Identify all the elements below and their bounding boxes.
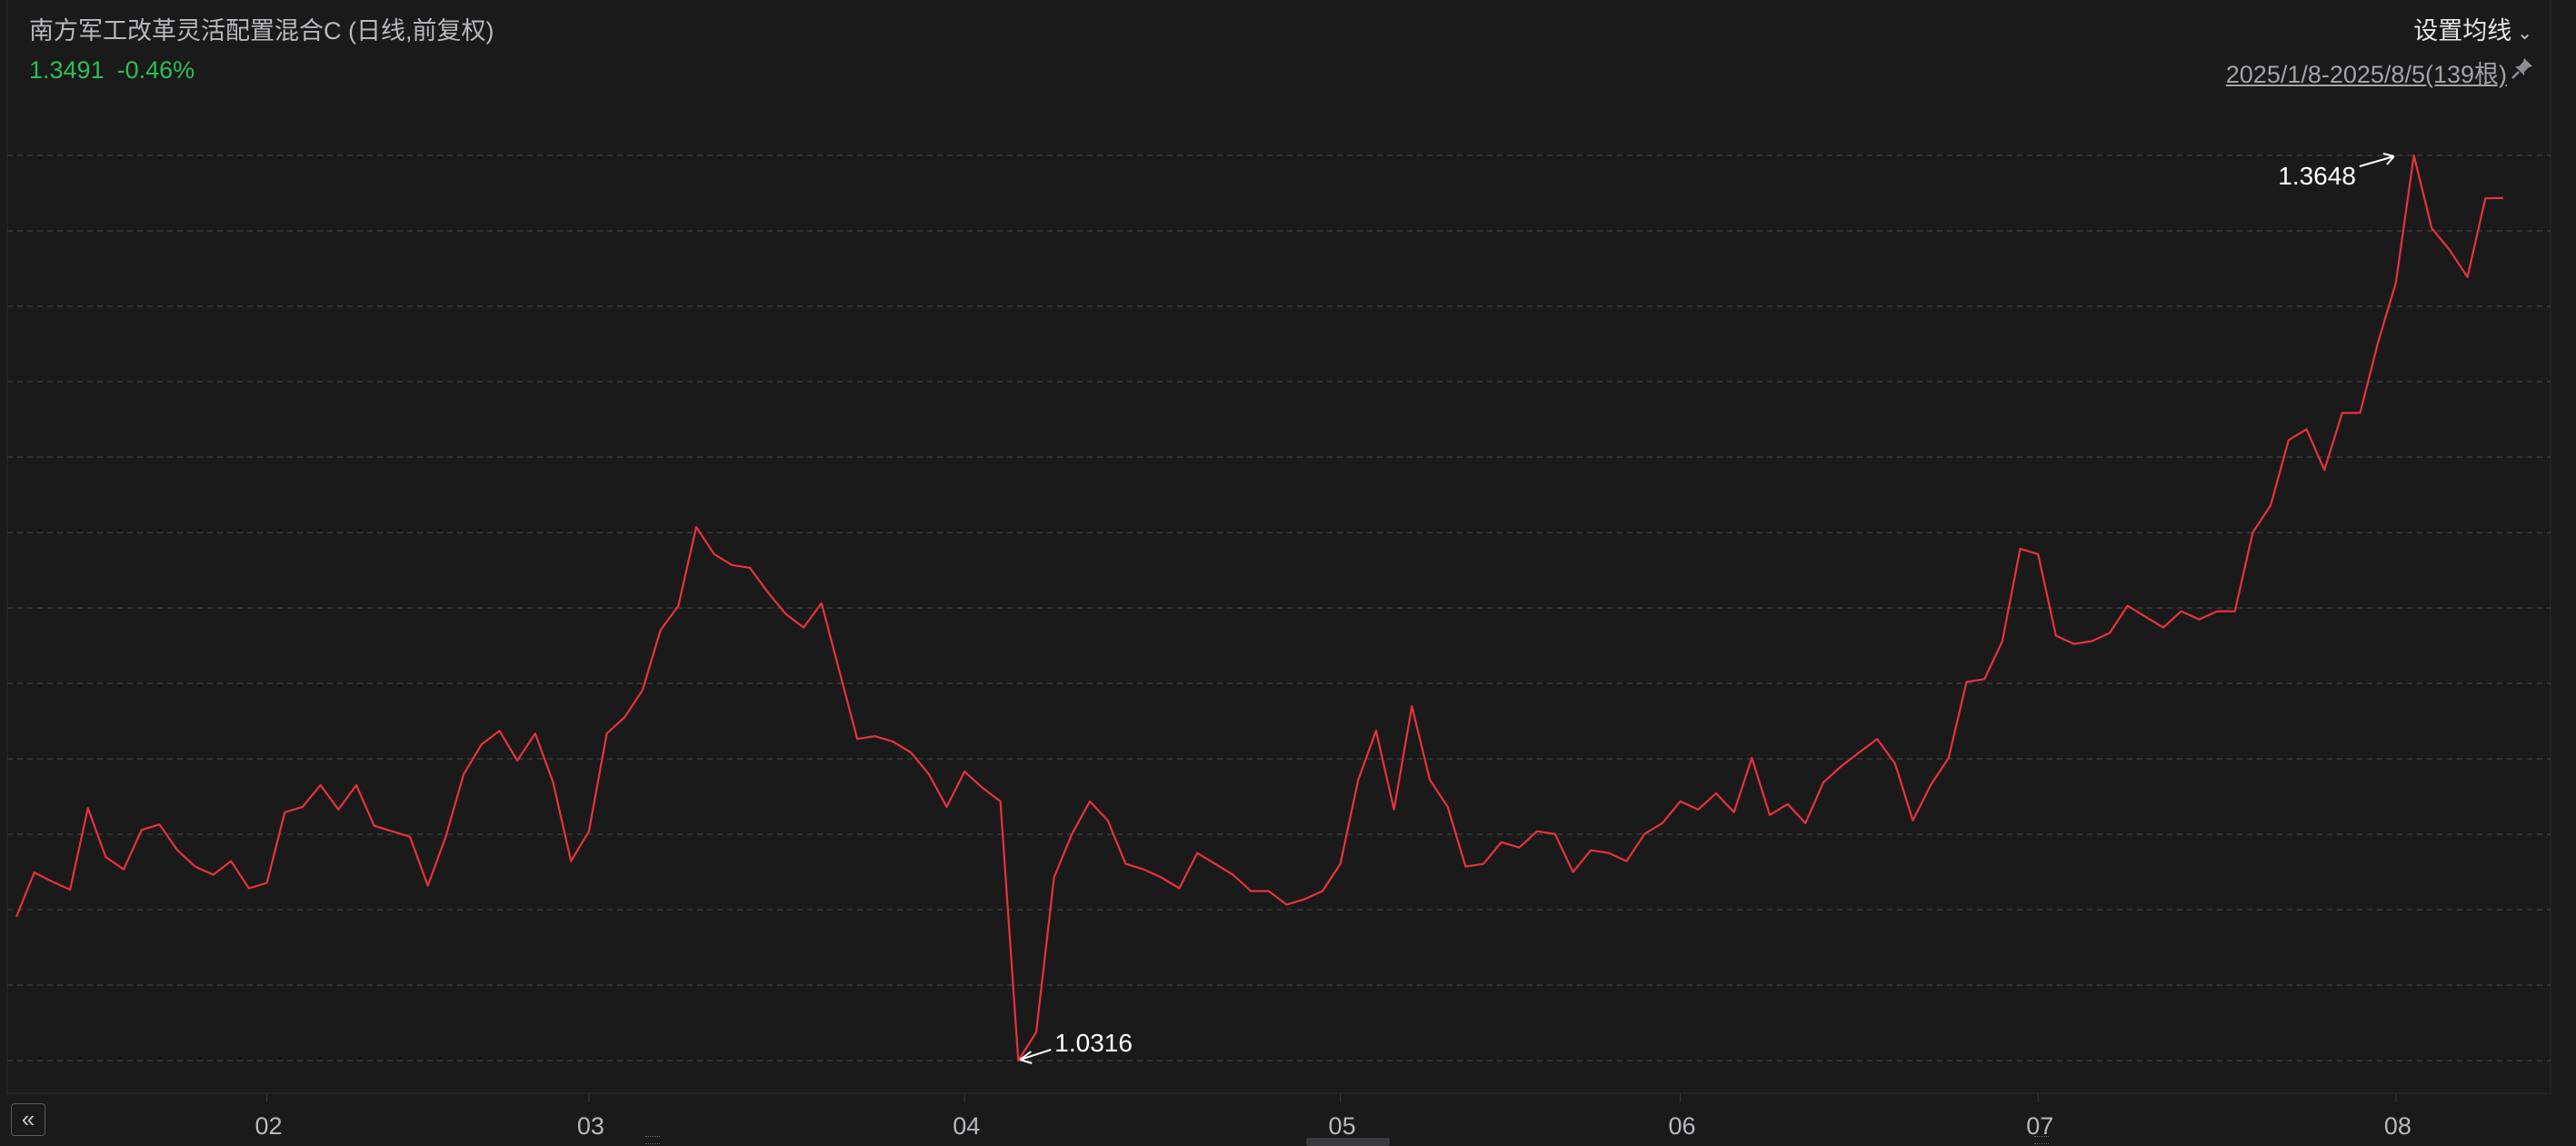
- x-tick-label: 02: [255, 1112, 283, 1140]
- max-value-label: 1.3648: [2278, 162, 2356, 190]
- x-tick-label: 08: [2384, 1112, 2411, 1140]
- navigator-handle-left[interactable]: [645, 1136, 660, 1144]
- x-tick-label: 05: [1329, 1112, 1356, 1140]
- x-tick-label: 06: [1669, 1112, 1696, 1140]
- ma-settings-button[interactable]: 设置均线 ⌄: [2413, 11, 2532, 46]
- fund-title: 南方军工改革灵活配置混合C (日线,前复权): [29, 17, 494, 45]
- latest-price: 1.3491: [29, 56, 105, 84]
- x-tick-label: 04: [953, 1112, 980, 1140]
- date-range-link[interactable]: 2025/1/8-2025/8/5(139根): [2226, 55, 2507, 90]
- ma-settings-label: 设置均线: [2413, 17, 2512, 45]
- chevron-down-icon: ⌄: [2517, 24, 2532, 44]
- quote-row: 1.3491 -0.46%: [29, 56, 207, 85]
- x-tick-label: 03: [577, 1112, 604, 1140]
- navigator-handle-right[interactable]: [2034, 1136, 2049, 1144]
- chart-panel: 02 03 04 05 06 07 08 1.3648 1.0316 南方军工改革灵活配置混合C…: [0, 0, 2576, 1146]
- navigator-scroll-thumb[interactable]: [1306, 1138, 1390, 1146]
- min-value-label: 1.0316: [1054, 1029, 1133, 1057]
- change-percent: -0.46%: [116, 56, 195, 84]
- navigator-track[interactable]: [0, 1141, 2576, 1146]
- pin-icon[interactable]: [2511, 56, 2534, 80]
- scroll-to-start-button[interactable]: «: [11, 1103, 45, 1136]
- price-chart[interactable]: 02 03 04 05 06 07 081.36481.0316: [0, 0, 2576, 1146]
